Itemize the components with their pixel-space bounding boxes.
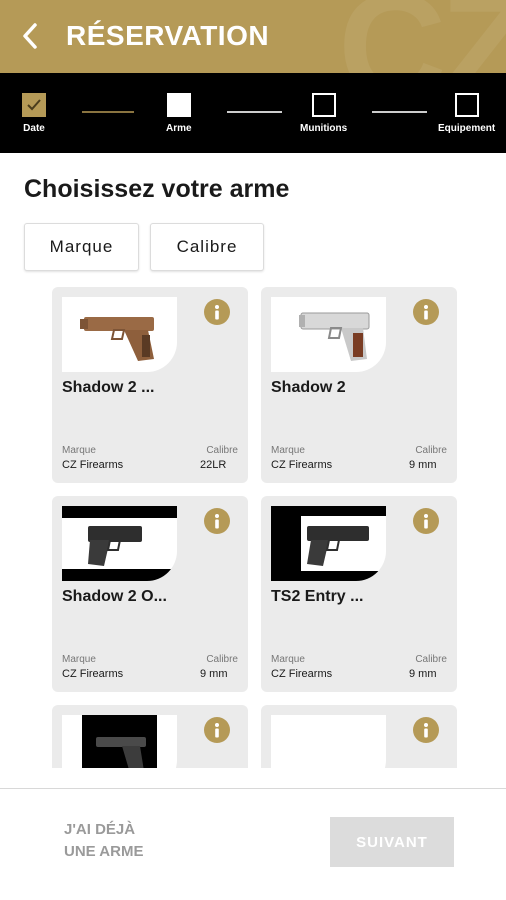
brand-value: CZ Firearms (271, 459, 333, 471)
weapon-image (62, 715, 177, 768)
weapon-name: Shadow 2 ... (62, 379, 155, 396)
step-label: Date (23, 123, 45, 134)
step-connector (372, 111, 427, 113)
caliber-label: Calibre (206, 654, 238, 665)
weapon-card[interactable]: Shadow 2 ... Marque CZ Firearms Calibre … (52, 287, 248, 483)
brand-value: CZ Firearms (271, 668, 333, 680)
pistol-image (299, 312, 370, 361)
brand-value: CZ Firearms (62, 668, 124, 680)
caliber-label: Calibre (415, 445, 447, 456)
check-icon (27, 99, 41, 111)
booking-stepper: Date Arme Munitions Equipement (0, 73, 506, 153)
next-button[interactable]: SUIVANT (330, 817, 454, 867)
weapon-image (271, 297, 386, 372)
caliber-value: 9 mm (409, 668, 437, 680)
step-connector (82, 111, 134, 113)
pistol-image (271, 506, 386, 581)
weapon-name: Shadow 2 O... (62, 588, 167, 605)
bottom-action-bar: J'AI DÉJÀ UNE ARME SUIVANT (0, 788, 506, 900)
brand-label: Marque (62, 445, 96, 456)
app-header: CZ RÉSERVATION (0, 0, 506, 73)
info-icon[interactable] (204, 508, 230, 534)
step-date[interactable]: Date (22, 93, 46, 134)
back-button[interactable] (10, 16, 50, 56)
step-checkbox (22, 93, 46, 117)
pistol-image (80, 317, 154, 361)
weapon-grid[interactable]: Shadow 2 ... Marque CZ Firearms Calibre … (0, 285, 506, 768)
step-label: Munitions (300, 123, 348, 134)
filter-calibre-button[interactable]: Calibre (150, 223, 264, 271)
step-connector (227, 111, 282, 113)
weapon-card[interactable]: Shadow 2 O... Marque CZ Firearms Calibre… (52, 496, 248, 692)
weapon-name: Shadow 2 (271, 379, 346, 396)
caliber-value: 22LR (200, 459, 227, 471)
weapon-card[interactable] (52, 705, 248, 768)
caliber-label: Calibre (415, 654, 447, 665)
weapon-image (62, 297, 177, 372)
caliber-value: 9 mm (200, 668, 228, 680)
info-icon[interactable] (204, 299, 230, 325)
weapon-image (271, 715, 386, 768)
step-label: Arme (166, 123, 192, 134)
already-line-2: UNE ARME (64, 843, 144, 860)
step-equipement[interactable]: Equipement (438, 93, 495, 134)
pistol-image (82, 715, 157, 768)
weapon-image (62, 506, 177, 581)
step-checkbox (311, 93, 336, 117)
step-label: Equipement (438, 123, 496, 134)
weapon-card[interactable]: Shadow 2 Marque CZ Firearms Calibre 9 mm (261, 287, 457, 483)
chevron-left-icon (23, 23, 37, 49)
weapon-card[interactable]: TS2 Entry ... Marque CZ Firearms Calibre… (261, 496, 457, 692)
brand-label: Marque (271, 445, 305, 456)
brand-label: Marque (62, 654, 96, 665)
info-icon[interactable] (204, 717, 230, 743)
step-munitions[interactable]: Munitions (300, 93, 347, 134)
weapon-name: TS2 Entry ... (271, 588, 364, 605)
brand-label: Marque (271, 654, 305, 665)
pistol-image (62, 506, 177, 581)
step-checkbox (166, 93, 191, 117)
header-watermark: CZ (338, 0, 506, 73)
info-icon[interactable] (413, 717, 439, 743)
caliber-label: Calibre (206, 445, 238, 456)
already-line-1: J'AI DÉJÀ (64, 821, 136, 838)
step-checkbox (454, 93, 479, 117)
weapon-card[interactable] (261, 705, 457, 768)
info-icon[interactable] (413, 299, 439, 325)
step-arme[interactable]: Arme (166, 93, 192, 134)
caliber-value: 9 mm (409, 459, 437, 471)
brand-value: CZ Firearms (62, 459, 124, 471)
filter-marque-button[interactable]: Marque (24, 223, 139, 271)
page-title: RÉSERVATION (66, 20, 270, 51)
info-icon[interactable] (413, 508, 439, 534)
section-title: Choisissez votre arme (24, 175, 290, 203)
weapon-image (271, 506, 386, 581)
already-have-weapon-button[interactable]: J'AI DÉJÀ UNE ARME (64, 819, 143, 863)
